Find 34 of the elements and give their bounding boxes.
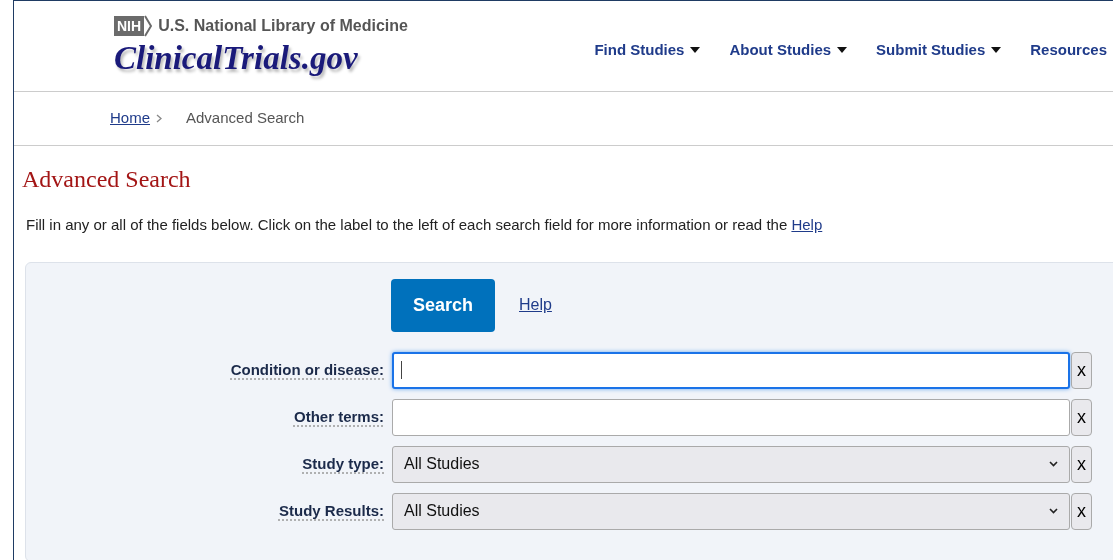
dropdown[interactable]: All Studies [392,492,1070,530]
dropdown[interactable]: All Studies [392,445,1070,483]
nav-menu[interactable]: Resources [1030,39,1113,62]
field-label[interactable]: Condition or disease: [34,358,392,382]
text-field[interactable] [392,398,1070,436]
nav-menu[interactable]: Find Studies [594,39,701,62]
search-button[interactable]: Search [391,278,495,332]
breadcrumb-current: Advanced Search [186,108,305,129]
library-name: U.S. National Library of Medicine [158,16,408,36]
field-label[interactable]: Study Results: [34,499,392,523]
chevron-icon [156,114,162,123]
clear-button[interactable]: x [1071,492,1092,530]
caret-icon [690,47,701,54]
intro-text: Fill in any or all of the fields below. Click on the label to the left of each search field for more information or read the Help [26,215,823,235]
clear-button[interactable]: x [1071,445,1092,483]
nav-menu[interactable]: Submit Studies [876,39,1002,62]
text-cursor [401,361,402,379]
caret-icon [837,47,848,54]
text-field[interactable] [392,351,1070,389]
field-label[interactable]: Study type: [34,452,392,476]
chevron-down-icon [1049,461,1058,467]
field-label[interactable]: Other terms: [34,405,392,429]
nav-menu[interactable]: About Studies [729,39,848,62]
help-link[interactable]: Help [519,293,552,317]
chevron-down-icon [1049,508,1058,514]
caret-icon [991,47,1002,54]
page-title: Advanced Search [22,165,191,194]
nih-badge: NIH [114,16,145,36]
chevron-icon [144,15,153,37]
clear-button[interactable]: x [1071,398,1092,436]
clear-button[interactable]: x [1071,351,1092,389]
site-logo[interactable]: ClinicalTrials.gov [114,38,408,78]
breadcrumb-link[interactable]: Home [110,107,150,130]
help-link[interactable]: Help [791,216,823,233]
